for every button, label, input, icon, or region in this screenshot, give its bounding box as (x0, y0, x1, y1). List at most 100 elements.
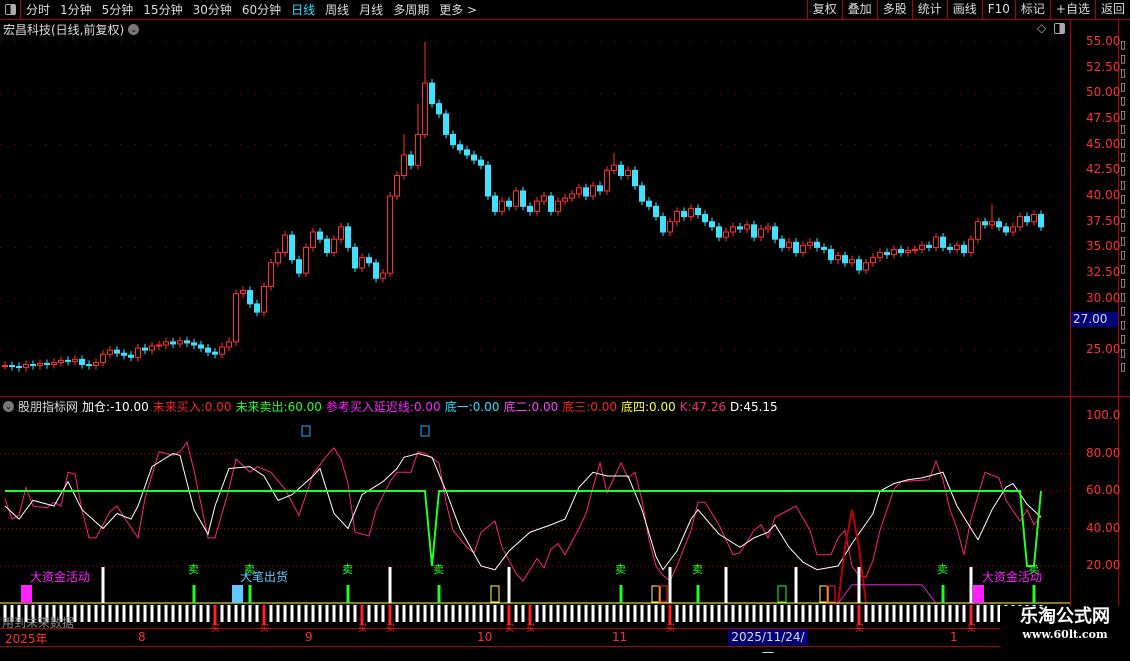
volume-tick (486, 605, 490, 622)
volume-tick (206, 605, 210, 622)
candle-up (912, 248, 918, 251)
candle-down (366, 257, 372, 264)
volume-tick (570, 605, 574, 622)
sell-bar (437, 585, 441, 603)
volume-tick (752, 605, 756, 622)
big-money-bar (21, 585, 32, 603)
sell-signal-label: 卖 (188, 563, 199, 576)
buy-signal-label: 买 (855, 624, 865, 634)
cursor-price-label: 27.00 (1071, 312, 1118, 327)
candle-up (177, 340, 183, 345)
volume-tick (640, 605, 644, 622)
buy-signal-label: 买 (358, 624, 368, 634)
candle-down (681, 210, 687, 218)
volume-tick (794, 605, 798, 622)
candle-down (121, 352, 127, 356)
indicator-tick: 100.0 (1086, 408, 1121, 422)
candle-up (58, 359, 64, 363)
volume-tick (920, 605, 924, 622)
candle-up (499, 200, 505, 212)
volume-tick (122, 605, 126, 622)
chevron-down-icon[interactable]: ⌄ (3, 401, 14, 412)
candle-up (261, 285, 267, 313)
volume-tick (437, 605, 441, 622)
candle-down (821, 246, 827, 250)
candle-down (408, 154, 414, 166)
delay-line (837, 584, 937, 604)
candle-down (436, 103, 442, 115)
candle-down (79, 358, 85, 365)
date-label: 10 (477, 630, 493, 644)
candle-down (639, 185, 645, 202)
sell-signal-label: 卖 (433, 563, 444, 576)
volume-tick (906, 605, 910, 622)
candle-up (359, 257, 365, 269)
volume-tick (297, 605, 301, 622)
candle-down (247, 290, 253, 305)
date-label: 8 (138, 630, 146, 644)
indicator-name[interactable]: 股朋指标网 (18, 398, 78, 415)
candle-up (219, 346, 225, 355)
candle-up (1017, 216, 1023, 228)
candle-up (415, 133, 421, 166)
candle-up (569, 193, 575, 199)
candle-down (198, 344, 204, 349)
volume-tick (416, 605, 420, 622)
volume-tick (871, 605, 875, 622)
tall-signal-bar (388, 567, 392, 603)
candle-down (296, 259, 302, 274)
indicator-tick: 20.00 (1086, 558, 1121, 572)
legend-value: 0.00 (649, 400, 676, 414)
candle-down (583, 187, 589, 197)
volume-tick (577, 605, 581, 622)
candle-down (793, 241, 799, 254)
price-tick: 32.50 (1086, 265, 1121, 280)
price-tick: 30.00 (1086, 290, 1121, 305)
candle-down (856, 259, 862, 271)
candle-up (919, 244, 925, 250)
volume-tick (612, 605, 616, 622)
candle-up (282, 234, 288, 254)
k-line (4, 441, 1042, 582)
volume-tick (948, 605, 952, 622)
volume-tick (801, 605, 805, 622)
candle-down (65, 359, 71, 362)
toolbar-action-button[interactable]: 返回 (1094, 0, 1130, 19)
volume-tick (815, 605, 819, 622)
candle-down (464, 149, 470, 156)
side-panel-tabs[interactable]: ▯ ▯ ▯ ▯ ▯ ▯ ▯ ▯ ▯ ▯ ▯ ▯ ▯ ▯ ▯ ▯ ▯ ▯ ▯ ▯ ▯ ▯ ▯ ▯ (1120, 38, 1130, 374)
candle-up (604, 169, 610, 192)
candle-up (562, 197, 568, 202)
candle-up (758, 228, 764, 238)
volume-tick (822, 605, 826, 622)
candle-up (93, 361, 99, 367)
candle-up (310, 231, 316, 248)
legend-value: 45.15 (743, 399, 778, 414)
candle-down (170, 341, 176, 345)
candle-up (933, 236, 939, 248)
candle-down (30, 363, 36, 367)
candle-down (1024, 216, 1030, 223)
volume-tick (535, 605, 539, 622)
volume-tick (780, 605, 784, 622)
candle-down (618, 164, 624, 177)
candle-down (485, 164, 491, 197)
date-label: 9 (305, 630, 313, 644)
price-tick: 37.50 (1086, 213, 1121, 228)
candle-down (520, 190, 526, 207)
candle-down (450, 133, 456, 146)
bottom-box (777, 585, 787, 603)
legend-value: 0.00 (472, 400, 500, 414)
volume-tick (493, 605, 497, 622)
candle-up (422, 82, 428, 135)
candle-up (303, 246, 309, 274)
legend-item: 底一:0.00 (445, 398, 500, 415)
volume-tick (787, 605, 791, 622)
candle-up (107, 349, 113, 355)
candle-up (380, 272, 386, 279)
chart-canvas[interactable] (0, 0, 1070, 628)
candle-up (541, 195, 547, 202)
sell-bar (192, 585, 196, 603)
candle-down (317, 231, 323, 240)
candle-up (37, 362, 43, 367)
